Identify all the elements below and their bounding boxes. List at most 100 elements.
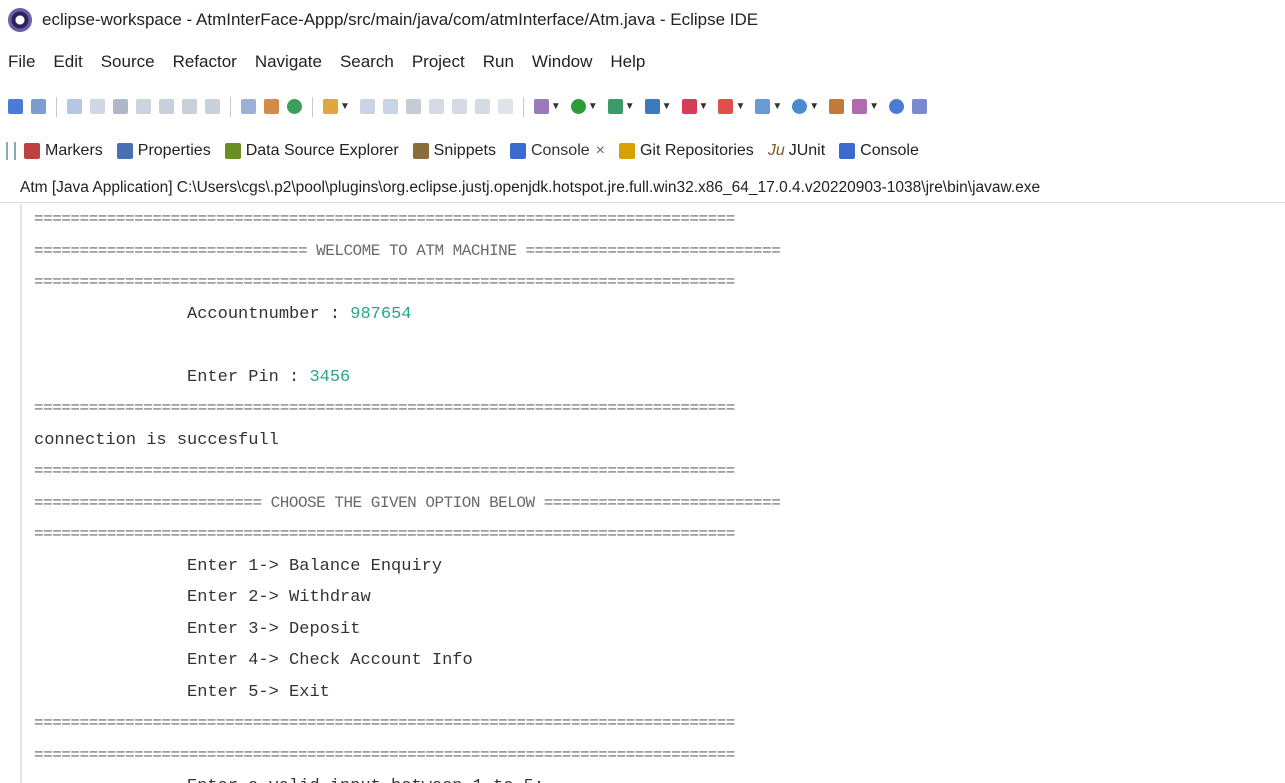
console-prompt: Enter a valid input between 1 to 5: <box>22 771 1285 783</box>
pin-icon[interactable] <box>428 99 444 114</box>
console-icon <box>509 143 526 159</box>
plugin-icon[interactable] <box>912 99 928 114</box>
menu-source[interactable]: Source <box>101 52 155 72</box>
new-java-project-icon[interactable] <box>755 99 771 114</box>
bug-icon[interactable] <box>852 99 868 114</box>
skip-breakpoints-icon[interactable] <box>287 99 302 114</box>
coverage-icon[interactable] <box>607 99 623 114</box>
pin-input-value: 3456 <box>309 367 351 387</box>
console-output[interactable]: ========================================… <box>20 204 1285 783</box>
toolbar-separator <box>312 96 313 117</box>
chevron-down-icon[interactable]: ▼ <box>772 101 782 112</box>
menu-help[interactable]: Help <box>610 52 645 72</box>
tab-label: Console <box>860 142 919 159</box>
console-option: Enter 2-> Withdraw <box>34 588 371 607</box>
console-line: ========================================… <box>34 399 735 417</box>
console-line: ============================== WELCOME T… <box>34 241 781 260</box>
junit-icon: Ju <box>767 142 785 159</box>
save-icon[interactable] <box>8 99 23 114</box>
main-toolbar: ▼ ▼ ▼ ▼ ▼ ▼ ▼ ▼ ▼ ▼ <box>0 84 1285 129</box>
tab-junit[interactable]: Ju JUnit <box>768 142 825 160</box>
tab-label: Data Source Explorer <box>245 142 399 159</box>
menu-bar: File Edit Source Refactor Navigate Searc… <box>0 40 1285 84</box>
console-line: ========================================… <box>34 525 735 543</box>
tab-properties[interactable]: Properties <box>116 142 211 160</box>
tab-label: JUnit <box>788 142 826 159</box>
console-line: ========================================… <box>34 462 735 480</box>
save-all-icon[interactable] <box>359 99 375 114</box>
task-icon[interactable] <box>718 99 734 114</box>
snippets-icon <box>412 143 429 159</box>
tab-label: Markers <box>45 142 103 159</box>
terminate-icon[interactable] <box>113 99 128 114</box>
tab-snippets[interactable]: Snippets <box>412 142 496 160</box>
disconnect-icon[interactable] <box>136 99 151 114</box>
menu-search[interactable]: Search <box>340 52 394 72</box>
console-icon <box>839 143 856 159</box>
console-line: ========================= CHOOSE THE GIV… <box>34 493 781 512</box>
tab-markers[interactable]: Markers <box>24 142 103 160</box>
chevron-down-icon[interactable]: ▼ <box>340 101 350 112</box>
open-perspective-icon[interactable] <box>889 99 905 114</box>
debug-run-icon[interactable] <box>533 99 549 114</box>
external-tools-icon[interactable] <box>681 99 697 114</box>
menu-edit[interactable]: Edit <box>53 52 82 72</box>
new-package-icon[interactable] <box>829 99 845 114</box>
tab-git-repositories[interactable]: Git Repositories <box>618 142 754 160</box>
new-class-icon[interactable] <box>792 99 808 114</box>
title-bar: eclipse-workspace - AtmInterFace-Appp/sr… <box>0 0 1285 40</box>
search-icon[interactable] <box>405 99 421 114</box>
debug-icon[interactable] <box>67 99 82 114</box>
console-line: Accountnumber : 987654 <box>22 299 1285 331</box>
drop-to-frame-icon[interactable] <box>241 99 256 114</box>
chevron-down-icon[interactable]: ▼ <box>869 101 879 112</box>
eclipse-logo-icon <box>8 8 32 32</box>
markers-icon <box>24 143 40 159</box>
menu-navigate[interactable]: Navigate <box>255 52 322 72</box>
step-return-icon[interactable] <box>205 99 220 114</box>
data-source-icon <box>224 143 241 159</box>
console-line: ========================================… <box>34 745 735 764</box>
chevron-down-icon[interactable]: ▼ <box>588 101 598 112</box>
toolbar-separator <box>522 96 524 117</box>
tab-label: Git Repositories <box>639 142 754 159</box>
menu-run[interactable]: Run <box>483 52 514 72</box>
chevron-down-icon[interactable]: ▼ <box>699 101 709 112</box>
suspend-icon[interactable] <box>90 99 105 114</box>
chevron-down-icon[interactable]: ▼ <box>735 101 745 112</box>
view-minimize-handle[interactable] <box>6 142 16 160</box>
new-icon[interactable] <box>323 99 338 114</box>
chevron-down-icon[interactable]: ▼ <box>809 101 819 112</box>
console-line: ========================================… <box>34 273 735 291</box>
use-step-filters-icon[interactable] <box>264 99 279 114</box>
chevron-down-icon[interactable]: ▼ <box>625 101 635 112</box>
run-icon[interactable] <box>570 99 586 114</box>
close-icon[interactable]: × <box>596 142 605 160</box>
show-whitespace-icon[interactable] <box>474 99 490 114</box>
tab-console-2[interactable]: Console <box>839 142 919 160</box>
step-into-icon[interactable] <box>159 99 174 114</box>
tab-data-source-explorer[interactable]: Data Source Explorer <box>224 142 399 160</box>
step-over-icon[interactable] <box>182 99 197 114</box>
console-option: Enter 4-> Check Account Info <box>34 651 473 670</box>
record-icon[interactable] <box>497 99 513 114</box>
chevron-down-icon[interactable]: ▼ <box>662 101 672 112</box>
run-last-icon[interactable] <box>644 99 660 114</box>
menu-refactor[interactable]: Refactor <box>173 52 237 72</box>
highlight-icon[interactable] <box>451 99 467 114</box>
menu-project[interactable]: Project <box>412 52 465 72</box>
properties-icon <box>116 143 133 159</box>
tab-label: Properties <box>137 142 211 159</box>
console-line: ========================================… <box>34 210 735 228</box>
menu-window[interactable]: Window <box>532 52 592 72</box>
menu-file[interactable]: File <box>8 52 35 72</box>
view-tab-bar: Markers Properties Data Source Explorer … <box>0 129 1285 173</box>
new-icon[interactable] <box>31 99 46 114</box>
tab-console[interactable]: Console × <box>509 142 605 160</box>
print-icon[interactable] <box>382 99 398 114</box>
chevron-down-icon[interactable]: ▼ <box>551 101 561 112</box>
console-option: Enter 5-> Exit <box>34 682 330 702</box>
tab-label: Console <box>530 142 590 159</box>
account-input-value: 987654 <box>350 304 412 324</box>
